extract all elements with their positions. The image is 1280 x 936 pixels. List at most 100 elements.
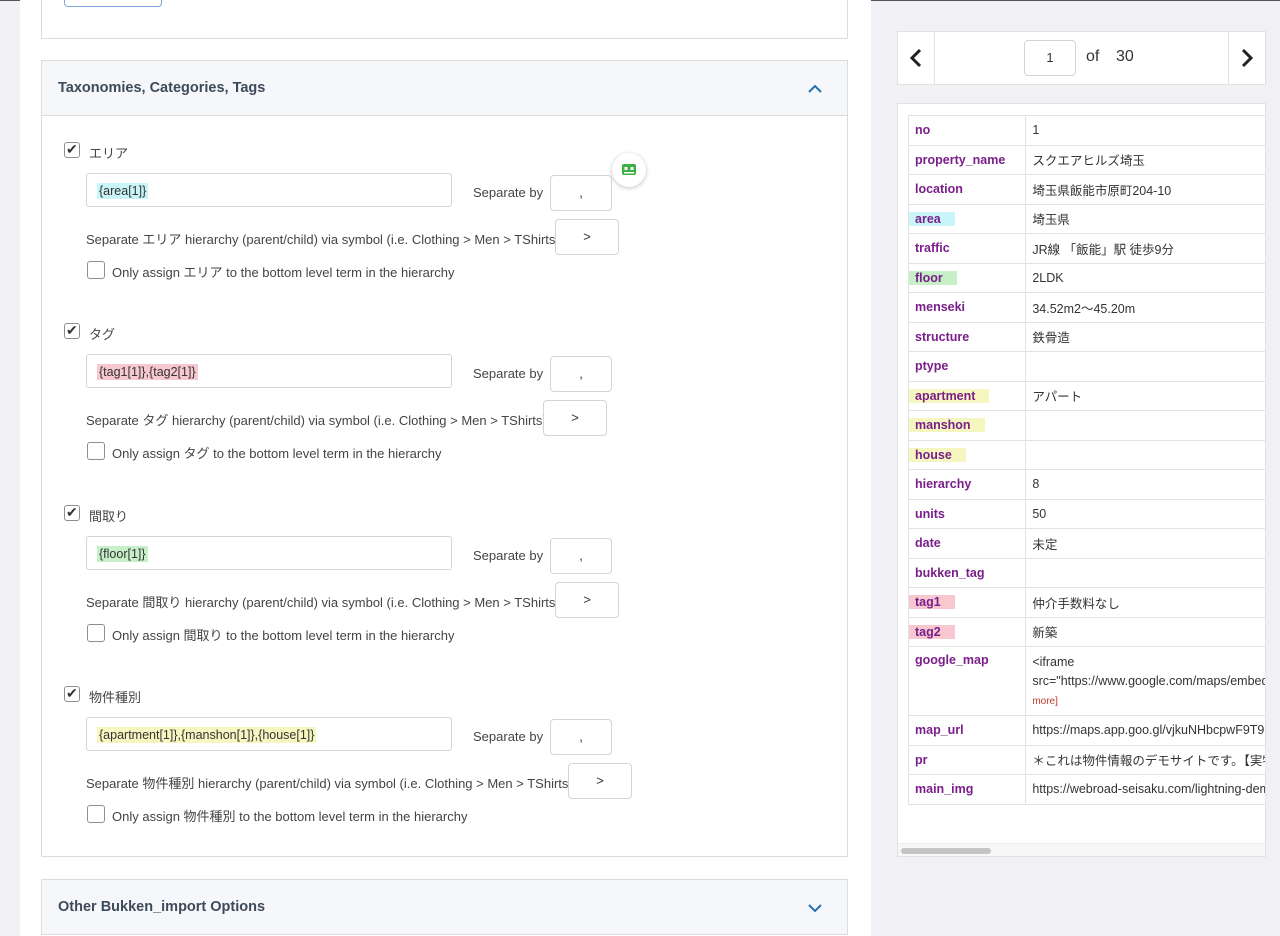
- record-key: main_img: [907, 774, 1027, 805]
- separator-input[interactable]: ,: [550, 719, 612, 755]
- record-value: [1025, 439, 1265, 470]
- record-key: tag2: [907, 616, 1027, 647]
- mapping-token: {floor[1]}: [97, 546, 148, 562]
- previous-section-panel: [41, 0, 848, 39]
- bottom-level-label: Only assign 物件種別 to the bottom level ter…: [112, 809, 468, 824]
- record-value: JR線 「飯能」駅 徒歩9分: [1025, 233, 1265, 264]
- record-key-label: pr: [915, 752, 928, 767]
- pager-total: 30: [1116, 48, 1134, 65]
- hierarchy-symbol-input[interactable]: >: [555, 219, 619, 255]
- record-key: hierarchy: [907, 469, 1027, 500]
- separator-input[interactable]: ,: [550, 356, 612, 392]
- taxonomy-enable-checkbox[interactable]: [64, 141, 80, 158]
- horizontal-scrollbar[interactable]: [898, 843, 1265, 856]
- record-row: ptype: [907, 351, 1265, 382]
- record-key-label: location: [915, 182, 963, 197]
- separate-by-label: Separate by: [473, 366, 544, 381]
- taxonomy-enable-checkbox[interactable]: [64, 685, 80, 702]
- next-record-button[interactable]: [1228, 32, 1265, 84]
- chevron-up-icon[interactable]: [807, 81, 823, 97]
- record-value: 埼玉県: [1025, 203, 1265, 234]
- previous-section-button[interactable]: [64, 0, 162, 7]
- record-row: floor 2LDK: [907, 262, 1265, 293]
- mapping-token: {apartment[1]},{manshon[1]},{house[1]}: [97, 727, 317, 743]
- record-key: house: [907, 439, 1027, 470]
- taxonomy-name: 間取り: [89, 509, 129, 524]
- taxonomy-enable-checkbox[interactable]: [64, 504, 80, 521]
- record-key: tag1: [907, 587, 1027, 618]
- record-key: property_name: [907, 144, 1027, 175]
- separator-input[interactable]: ,: [550, 175, 612, 211]
- record-key-label: structure: [915, 329, 970, 344]
- record-key-label: tag1: [909, 595, 955, 610]
- record-key-label: ptype: [915, 359, 949, 374]
- record-key: area: [907, 203, 1027, 234]
- hierarchy-symbol-input[interactable]: >: [568, 763, 632, 799]
- chevron-down-icon[interactable]: [807, 900, 823, 916]
- record-value: アパート: [1025, 380, 1265, 411]
- record-key-label: hierarchy: [915, 477, 972, 492]
- record-key-label: no: [915, 123, 931, 138]
- record-key-label: bukken_tag: [915, 565, 985, 580]
- record-key-label: map_url: [915, 723, 964, 738]
- mapping-token: {tag1[1]},{tag2[1]}: [97, 364, 198, 380]
- record-value: [1025, 351, 1265, 382]
- record-row: main_img https://webroad-seisaku.com/ligh…: [907, 774, 1265, 805]
- record-value-line: <iframe: [1032, 655, 1075, 669]
- record-row: map_url https://maps.app.goo.gl/vjkuNHbcp…: [907, 715, 1265, 746]
- previous-record-button[interactable]: [898, 32, 935, 84]
- hierarchy-symbol-input[interactable]: >: [543, 400, 607, 436]
- record-value: 2LDK: [1025, 262, 1265, 293]
- record-key-label: floor: [909, 270, 957, 285]
- record-value: [1025, 410, 1265, 441]
- assistant-bubble[interactable]: [612, 153, 646, 187]
- record-row: date 未定: [907, 528, 1265, 559]
- record-key-label: traffic: [915, 241, 950, 256]
- taxonomy-mapping-input[interactable]: {area[1]}: [86, 173, 452, 207]
- record-value: 埼玉県飯能市原町204-10: [1025, 174, 1265, 205]
- taxonomy-enable-checkbox[interactable]: [64, 322, 80, 339]
- separator-input[interactable]: ,: [550, 538, 612, 574]
- record-pager: 1 of 30: [897, 31, 1266, 85]
- record-key: date: [907, 528, 1027, 559]
- bottom-level-label: Only assign エリア to the bottom level term…: [112, 265, 455, 280]
- more-link[interactable]: more]: [1032, 696, 1058, 707]
- taxonomy-mapping-input[interactable]: {floor[1]}: [86, 536, 452, 570]
- taxonomies-panel-header[interactable]: Taxonomies, Categories, Tags: [42, 61, 847, 116]
- record-row: tag1 仲介手数料なし: [907, 587, 1265, 618]
- record-value: 未定: [1025, 528, 1265, 559]
- taxonomy-name: 物件種別: [89, 690, 142, 705]
- record-key: units: [907, 498, 1027, 529]
- separate-by-label: Separate by: [473, 185, 544, 200]
- hierarchy-symbol-input[interactable]: >: [555, 582, 619, 618]
- chevron-right-icon: [1241, 48, 1254, 68]
- record-value: 8: [1025, 469, 1265, 500]
- hierarchy-label: Separate 間取り hierarchy (parent/child) vi…: [86, 595, 560, 610]
- bottom-level-checkbox[interactable]: [87, 442, 105, 460]
- record-key: menseki: [907, 292, 1027, 323]
- record-key: map_url: [907, 715, 1027, 746]
- other-options-panel: Other Bukken_import Options: [41, 879, 848, 935]
- hierarchy-label: Separate エリア hierarchy (parent/child) vi…: [86, 232, 560, 247]
- record-value: <iframe src="https://www.google.com/maps/…: [1025, 646, 1265, 716]
- taxonomy-mapping-input[interactable]: {apartment[1]},{manshon[1]},{house[1]}: [86, 717, 452, 751]
- record-value: 鉄骨造: [1025, 321, 1265, 352]
- record-row: hierarchy 8: [907, 469, 1265, 500]
- separate-by-label: Separate by: [473, 548, 544, 563]
- other-options-panel-header[interactable]: Other Bukken_import Options: [42, 880, 847, 934]
- record-key: pr: [907, 744, 1027, 775]
- record-key: bukken_tag: [907, 557, 1027, 588]
- taxonomy-mapping-input[interactable]: {tag1[1]},{tag2[1]}: [86, 354, 452, 388]
- record-key: apartment: [907, 380, 1027, 411]
- page-number-input[interactable]: 1: [1024, 40, 1076, 76]
- scrollbar-thumb[interactable]: [901, 848, 991, 854]
- record-value: 34.52m2〜45.20m: [1025, 292, 1265, 323]
- bottom-level-checkbox[interactable]: [87, 805, 105, 823]
- bottom-level-label: Only assign タグ to the bottom level term …: [112, 446, 442, 461]
- bottom-level-checkbox[interactable]: [87, 261, 105, 279]
- record-key: structure: [907, 321, 1027, 352]
- bottom-level-checkbox[interactable]: [87, 624, 105, 642]
- record-row: location 埼玉県飯能市原町204-10: [907, 174, 1265, 205]
- record-row: tag2 新築: [907, 616, 1265, 647]
- record-key-label: manshon: [909, 418, 985, 433]
